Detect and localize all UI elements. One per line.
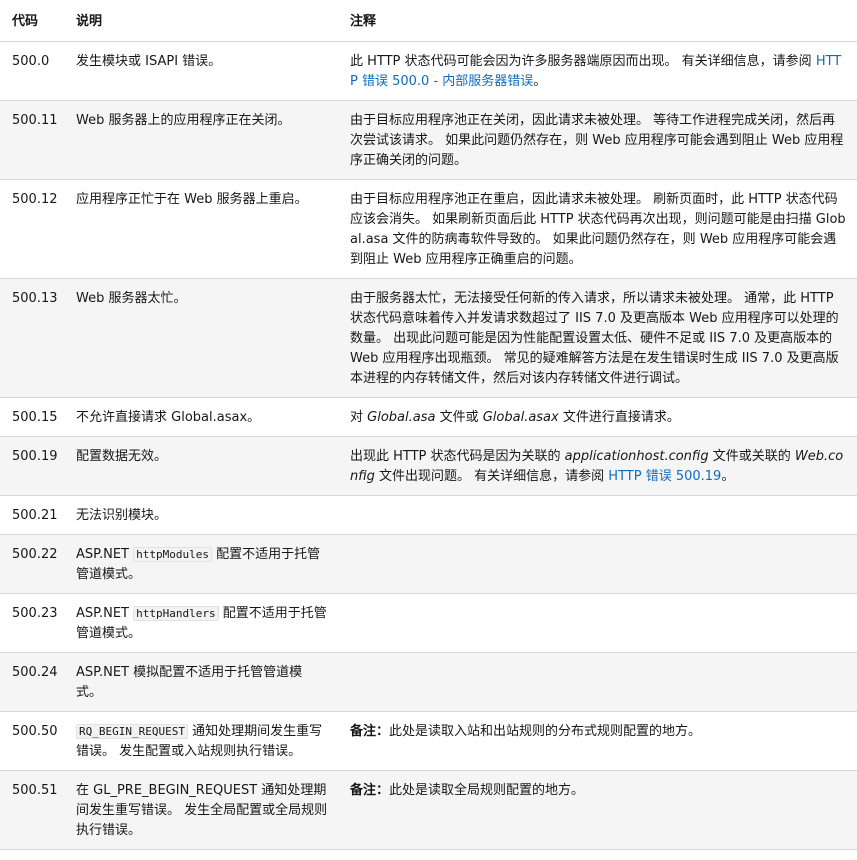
description-cell: Web 服务器上的应用程序正在关闭。 — [76, 113, 291, 128]
filename-applicationhost-config: applicationhost.config — [564, 449, 709, 464]
description-cell: Web 服务器太忙。 — [76, 291, 187, 306]
description-cell: 无法识别模块。 — [76, 508, 168, 523]
table-body: 500.0 发生模块或 ISAPI 错误。 此 HTTP 状态代码可能会因为许多… — [0, 41, 857, 850]
notes-cell: 由于目标应用程序池正在重启，因此请求未被处理。 刷新页面时，此 HTTP 状态代… — [350, 192, 846, 267]
notes-cell — [338, 535, 857, 594]
table-row: 500.13 Web 服务器太忙。 由于服务器太忙，无法接受任何新的传入请求，所… — [0, 278, 857, 398]
notes-cell: 对 Global.asa 文件或 Global.asax 文件进行直接请求。 — [338, 398, 857, 437]
description-cell: ASP.NET httpModules 配置不适用于托管管道模式。 — [64, 535, 338, 594]
notes-text: 此 HTTP 状态代码可能会因为许多服务器端原因而出现。 有关详细信息，请参阅 — [350, 54, 816, 69]
table-row: 500.11 Web 服务器上的应用程序正在关闭。 由于目标应用程序池正在关闭，… — [0, 100, 857, 180]
notes-cell: 此 HTTP 状态代码可能会因为许多服务器端原因而出现。 有关详细信息，请参阅 … — [338, 42, 857, 101]
table-row: 500.12 应用程序正忙于在 Web 服务器上重启。 由于目标应用程序池正在重… — [0, 179, 857, 279]
notes-text: 出现此 HTTP 状态代码是因为关联的 — [350, 449, 565, 464]
table-row: 500.50 RQ_BEGIN_REQUEST 通知处理期间发生重写错误。 发生… — [0, 711, 857, 771]
description-cell: 发生模块或 ISAPI 错误。 — [76, 54, 222, 69]
inline-code-httpmodules: httpModules — [133, 547, 212, 562]
status-code: 500.15 — [12, 410, 58, 425]
notes-cell — [338, 653, 857, 712]
notes-cell: 备注：此处是读取全局规则配置的地方。 — [338, 771, 857, 850]
header-description: 说明 — [64, 0, 338, 42]
description-text: ASP.NET — [76, 606, 134, 621]
status-code: 500.51 — [12, 783, 58, 798]
description-text: ASP.NET — [76, 547, 134, 562]
status-code: 500.19 — [12, 449, 58, 464]
notes-text: 此处是读取全局规则配置的地方。 — [389, 783, 585, 798]
status-code: 500.22 — [12, 547, 58, 562]
description-cell: 不允许直接请求 Global.asax。 — [76, 410, 261, 425]
status-code: 500.24 — [12, 665, 58, 680]
table-row: 500.15 不允许直接请求 Global.asax。 对 Global.asa… — [0, 397, 857, 437]
notes-cell: 由于服务器太忙，无法接受任何新的传入请求，所以请求未被处理。 通常，此 HTTP… — [350, 291, 839, 386]
description-cell: ASP.NET httpHandlers 配置不适用于托管管道模式。 — [64, 594, 338, 653]
notes-cell: 备注：此处是读取入站和出站规则的分布式规则配置的地方。 — [338, 712, 857, 771]
table-row: 500.23 ASP.NET httpHandlers 配置不适用于托管管道模式… — [0, 593, 857, 653]
notes-text: 文件进行直接请求。 — [558, 410, 680, 425]
notes-text: 文件出现问题。 有关详细信息，请参阅 — [374, 469, 609, 484]
notes-text: 文件或关联的 — [708, 449, 795, 464]
notes-text: 对 — [350, 410, 368, 425]
note-label: 备注： — [350, 724, 390, 739]
notes-cell: 出现此 HTTP 状态代码是因为关联的 applicationhost.conf… — [338, 437, 857, 496]
notes-cell: 由于目标应用程序池正在关闭，因此请求未被处理。 等待工作进程完成关闭，然后再次尝… — [350, 113, 844, 168]
description-cell: 配置数据无效。 — [76, 449, 168, 464]
http-error-500-19-link[interactable]: HTTP 错误 500.19 — [608, 469, 721, 484]
description-cell: 应用程序正忙于在 Web 服务器上重启。 — [76, 192, 308, 207]
notes-text: 此处是读取入站和出站规则的分布式规则配置的地方。 — [389, 724, 702, 739]
table-row: 500.51 在 GL_PRE_BEGIN_REQUEST 通知处理期间发生重写… — [0, 770, 857, 850]
status-code: 500.13 — [12, 291, 58, 306]
table-row: 500.0 发生模块或 ISAPI 错误。 此 HTTP 状态代码可能会因为许多… — [0, 41, 857, 101]
table-row: 500.19 配置数据无效。 出现此 HTTP 状态代码是因为关联的 appli… — [0, 436, 857, 496]
notes-cell — [338, 496, 857, 535]
filename-global-asax: Global.asax — [482, 410, 559, 425]
table-row: 500.24 ASP.NET 模拟配置不适用于托管管道模式。 — [0, 652, 857, 712]
filename-global-asa: Global.asa — [367, 410, 436, 425]
status-code: 500.12 — [12, 192, 58, 207]
notes-tail: 。 — [533, 74, 547, 89]
status-code: 500.0 — [12, 54, 50, 69]
header-row: 代码 说明 注释 — [0, 0, 857, 42]
note-label: 备注： — [350, 783, 390, 798]
notes-cell — [338, 594, 857, 653]
table-row: 500.21 无法识别模块。 — [0, 495, 857, 535]
inline-code-httphandlers: httpHandlers — [133, 606, 219, 621]
table-row: 500.22 ASP.NET httpModules 配置不适用于托管管道模式。 — [0, 534, 857, 594]
description-cell: ASP.NET 模拟配置不适用于托管管道模式。 — [76, 665, 303, 700]
header-notes: 注释 — [338, 0, 857, 42]
table-header: 代码 说明 注释 — [0, 0, 857, 42]
notes-tail: 。 — [721, 469, 735, 484]
status-code: 500.21 — [12, 508, 58, 523]
description-cell: RQ_BEGIN_REQUEST 通知处理期间发生重写错误。 发生配置或入站规则… — [64, 712, 338, 771]
header-code: 代码 — [0, 0, 64, 42]
notes-text: 文件或 — [435, 410, 483, 425]
status-code: 500.23 — [12, 606, 58, 621]
http-500-substatus-table: 代码 说明 注释 500.0 发生模块或 ISAPI 错误。 此 HTTP 状态… — [0, 0, 857, 850]
status-code: 500.50 — [12, 724, 58, 739]
inline-code-rq-begin-request: RQ_BEGIN_REQUEST — [76, 724, 188, 739]
description-cell: 在 GL_PRE_BEGIN_REQUEST 通知处理期间发生重写错误。 发生全… — [76, 783, 328, 838]
status-code: 500.11 — [12, 113, 58, 128]
